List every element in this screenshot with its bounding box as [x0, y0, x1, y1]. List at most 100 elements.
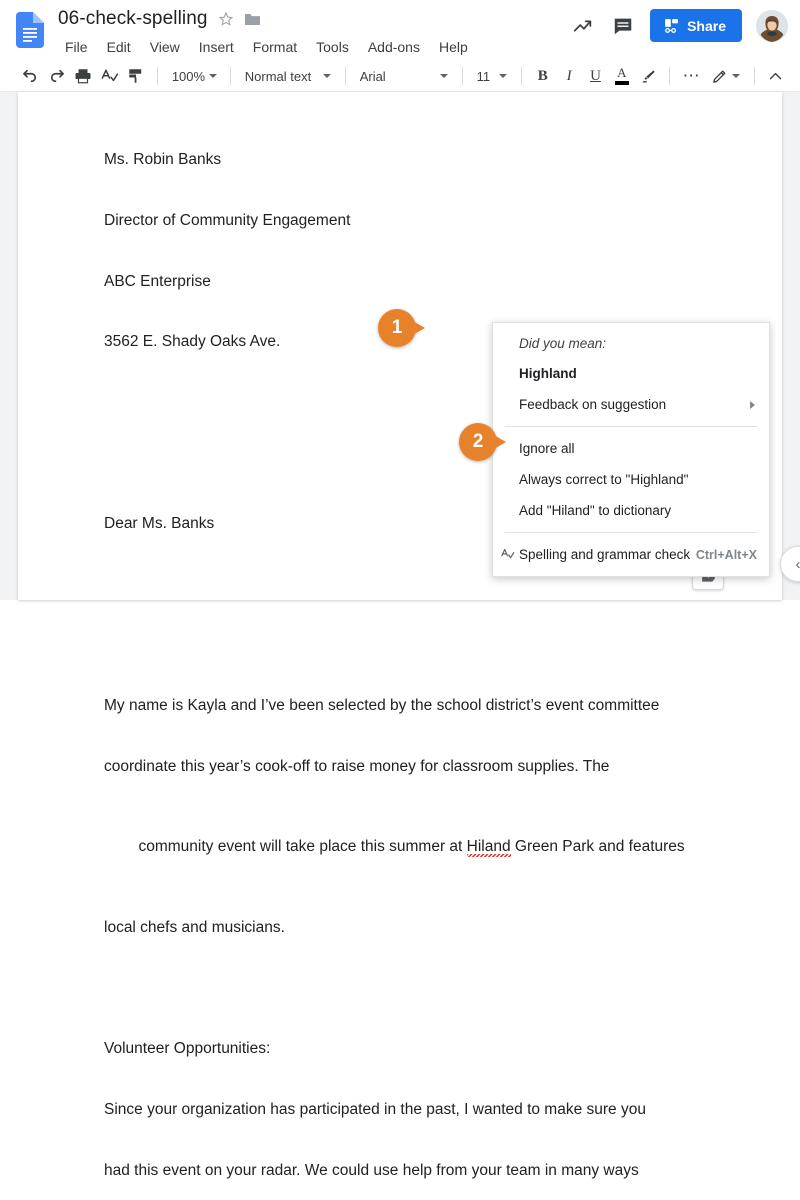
menu-item-ignore-all[interactable]: Ignore all [493, 433, 769, 464]
page-title[interactable]: 06-check-spelling [58, 8, 208, 30]
text-color-swatch [615, 81, 629, 85]
body-line: local chefs and musicians. [104, 918, 704, 938]
edit-pencil-icon [711, 68, 728, 85]
underline-label: U [590, 68, 601, 85]
toolbar: 100% Normal text Arial 11 B I U [0, 60, 800, 92]
chevron-down-icon [499, 74, 507, 78]
body-line: My name is Kayla and I’ve been selected … [104, 696, 704, 716]
share-lock-icon [663, 17, 680, 34]
misspelled-word-hiland[interactable]: Hiland [467, 838, 511, 857]
callout-number: 1 [378, 309, 416, 347]
toolbar-divider [345, 67, 346, 85]
blank-line [104, 979, 704, 999]
menu-edit[interactable]: Edit [100, 36, 138, 58]
italic-button[interactable]: I [557, 63, 581, 89]
menu-add-ons[interactable]: Add-ons [361, 36, 427, 58]
menu-item-suggestion[interactable]: Highland [493, 358, 769, 389]
italic-label: I [567, 68, 572, 85]
chevron-left-icon: ‹ [796, 556, 800, 573]
callout-tail [413, 321, 425, 335]
star-icon[interactable] [218, 11, 234, 27]
document-body[interactable]: Ms. Robin Banks Director of Community En… [104, 110, 704, 1200]
chevron-down-icon [323, 74, 331, 78]
menu-tools[interactable]: Tools [309, 36, 356, 58]
blank-line [104, 635, 704, 655]
menu-format[interactable]: Format [246, 36, 304, 58]
activity-trend-icon[interactable] [570, 13, 596, 39]
recipient-name: Ms. Robin Banks [104, 150, 704, 170]
bold-button[interactable]: B [531, 63, 555, 89]
text-color-button[interactable]: A [610, 63, 634, 89]
recipient-title: Director of Community Engagement [104, 211, 704, 231]
folder-icon[interactable] [244, 12, 261, 27]
paint-format-icon[interactable] [124, 63, 148, 89]
menu-item-label: Spelling and grammar check [519, 547, 690, 562]
body-line: Since your organization has participated… [104, 1100, 704, 1120]
menu-view[interactable]: View [143, 36, 187, 58]
share-label: Share [687, 18, 726, 34]
size-value: 11 [477, 69, 491, 84]
collapse-panel-button[interactable]: ‹ [780, 546, 800, 582]
font-size-dropdown[interactable]: 11 [472, 64, 512, 88]
body-line: had this event on your radar. We could u… [104, 1161, 704, 1181]
callout-badge-1: 1 [378, 309, 416, 347]
toolbar-divider [521, 67, 522, 85]
menu-file[interactable]: File [58, 36, 95, 58]
toolbar-divider [754, 67, 755, 85]
menu-item-shortcut: Ctrl+Alt+X [696, 548, 757, 562]
menu-item-feedback-on-suggestion[interactable]: Feedback on suggestion [493, 389, 769, 420]
print-icon[interactable] [71, 63, 95, 89]
spellcheck-context-menu: Did you mean: Highland Feedback on sugge… [492, 322, 770, 577]
top-bar: 06-check-spelling File Edit View Insert … [0, 0, 800, 92]
font-family-dropdown[interactable]: Arial [355, 64, 453, 88]
paragraph-style-dropdown[interactable]: Normal text [240, 64, 336, 88]
menu-insert[interactable]: Insert [192, 36, 241, 58]
menu-divider [505, 426, 757, 427]
body-line: coordinate this year’s cook-off to raise… [104, 757, 704, 777]
style-value: Normal text [245, 69, 311, 84]
undo-icon[interactable] [18, 63, 42, 89]
more-options-icon[interactable]: ⋯ [679, 63, 703, 89]
text-before-misspelling: community event will take place this sum… [138, 838, 466, 855]
avatar[interactable] [756, 10, 788, 42]
top-right-controls: Share [570, 9, 788, 42]
chevron-down-icon [440, 74, 448, 78]
underline-button[interactable]: U [583, 63, 607, 89]
chevron-up-icon[interactable] [764, 63, 788, 89]
menu-item-always-correct[interactable]: Always correct to "Highland" [493, 464, 769, 495]
spellcheck-icon[interactable] [97, 63, 121, 89]
menu-help[interactable]: Help [432, 36, 475, 58]
menu-item-label: Feedback on suggestion [519, 397, 666, 412]
spellcheck-icon [499, 547, 515, 563]
callout-tail [494, 435, 506, 449]
text-after-misspelling: Green Park and features [511, 838, 685, 855]
chevron-down-icon [209, 74, 217, 78]
volunteer-heading: Volunteer Opportunities: [104, 1039, 704, 1059]
google-docs-icon[interactable] [16, 12, 44, 48]
toolbar-divider [157, 67, 158, 85]
title-row: 06-check-spelling [58, 8, 261, 30]
zoom-value: 100% [172, 69, 205, 84]
menu-item-add-to-dictionary[interactable]: Add "Hiland" to dictionary [493, 495, 769, 526]
toolbar-divider [669, 67, 670, 85]
body-line-with-misspelling: community event will take place this sum… [104, 817, 704, 878]
menu-bar: File Edit View Insert Format Tools Add-o… [58, 36, 475, 58]
edit-mode-dropdown[interactable] [706, 64, 745, 88]
share-button[interactable]: Share [650, 9, 742, 42]
toolbar-divider [230, 67, 231, 85]
recipient-company: ABC Enterprise [104, 272, 704, 292]
text-color-label: A [617, 67, 626, 79]
chevron-down-icon [732, 74, 740, 78]
highlight-pen-icon[interactable] [636, 63, 660, 89]
redo-icon[interactable] [44, 63, 68, 89]
blank-line [104, 575, 704, 595]
comment-icon[interactable] [610, 13, 636, 39]
menu-item-spelling-and-grammar-check[interactable]: Spelling and grammar check Ctrl+Alt+X [493, 539, 769, 570]
callout-number: 2 [459, 423, 497, 461]
bold-label: B [538, 68, 548, 85]
font-value: Arial [360, 69, 386, 84]
submenu-arrow-icon [750, 401, 755, 409]
callout-badge-2: 2 [459, 423, 497, 461]
zoom-dropdown[interactable]: 100% [167, 64, 221, 88]
menu-divider [505, 532, 757, 533]
